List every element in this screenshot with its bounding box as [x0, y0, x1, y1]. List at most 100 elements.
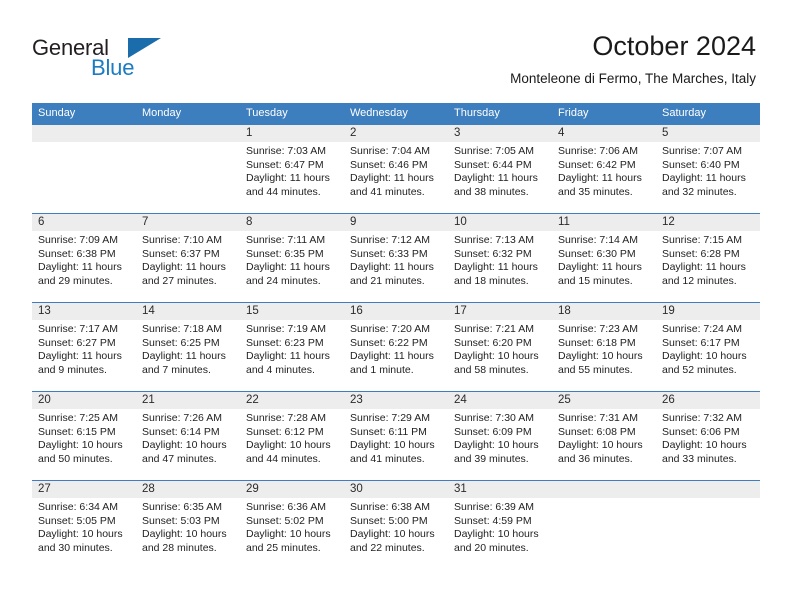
sunset-text: Sunset: 6:30 PM — [558, 247, 636, 260]
day-number[interactable]: 27 — [32, 481, 136, 498]
weekday-header-wednesday: Wednesday — [350, 107, 408, 119]
day-cell: Sunrise: 7:17 AM Sunset: 6:27 PM Dayligh… — [32, 320, 136, 391]
sunset-text: Sunset: 6:42 PM — [558, 158, 636, 171]
daylight-text-line2: and 27 minutes. — [142, 274, 217, 287]
page-header: General Blue October 2024 Monteleone di … — [0, 0, 792, 103]
day-cell: Sunrise: 7:32 AM Sunset: 6:06 PM Dayligh… — [656, 409, 760, 480]
daylight-text-line1: Daylight: 11 hours — [38, 350, 122, 362]
daylight-text-line2: and 36 minutes. — [558, 452, 633, 465]
day-number[interactable] — [32, 125, 136, 142]
day-number[interactable]: 6 — [32, 214, 136, 231]
day-number[interactable] — [552, 481, 656, 498]
day-cell: Sunrise: 7:25 AM Sunset: 6:15 PM Dayligh… — [32, 409, 136, 480]
sunset-text: Sunset: 6:27 PM — [38, 336, 116, 349]
day-cell: Sunrise: 7:07 AM Sunset: 6:40 PM Dayligh… — [656, 142, 760, 213]
sunrise-text: Sunrise: 7:10 AM — [142, 234, 222, 246]
sunset-text: Sunset: 6:08 PM — [558, 425, 636, 438]
daylight-text-line2: and 28 minutes. — [142, 541, 217, 554]
day-number[interactable]: 17 — [448, 303, 552, 320]
daylight-text-line2: and 55 minutes. — [558, 363, 633, 376]
week-detail-band: Sunrise: 6:34 AM Sunset: 5:05 PM Dayligh… — [32, 498, 760, 569]
week-date-band: 6 7 8 9 10 11 12 — [32, 214, 760, 231]
day-number[interactable]: 20 — [32, 392, 136, 409]
day-cell: Sunrise: 7:13 AM Sunset: 6:32 PM Dayligh… — [448, 231, 552, 302]
day-cell: Sunrise: 7:10 AM Sunset: 6:37 PM Dayligh… — [136, 231, 240, 302]
day-number[interactable]: 9 — [344, 214, 448, 231]
daylight-text-line1: Daylight: 10 hours — [350, 528, 435, 540]
day-number[interactable]: 16 — [344, 303, 448, 320]
weekday-header-monday: Monday — [142, 107, 182, 119]
daylight-text-line2: and 32 minutes. — [662, 185, 737, 198]
day-number[interactable]: 4 — [552, 125, 656, 142]
day-number[interactable]: 26 — [656, 392, 760, 409]
day-number[interactable]: 12 — [656, 214, 760, 231]
page-title: October 2024 — [592, 31, 756, 61]
day-cell: Sunrise: 7:05 AM Sunset: 6:44 PM Dayligh… — [448, 142, 552, 213]
daylight-text-line2: and 22 minutes. — [350, 541, 425, 554]
day-cell: Sunrise: 7:24 AM Sunset: 6:17 PM Dayligh… — [656, 320, 760, 391]
daylight-text-line2: and 30 minutes. — [38, 541, 113, 554]
day-number[interactable]: 18 — [552, 303, 656, 320]
day-number[interactable]: 24 — [448, 392, 552, 409]
daylight-text-line1: Daylight: 11 hours — [558, 261, 642, 273]
daylight-text-line1: Daylight: 10 hours — [142, 528, 227, 540]
sunrise-text: Sunrise: 7:20 AM — [350, 323, 430, 335]
day-number[interactable]: 3 — [448, 125, 552, 142]
day-number[interactable]: 23 — [344, 392, 448, 409]
sunrise-text: Sunrise: 7:31 AM — [558, 412, 638, 424]
day-number[interactable]: 19 — [656, 303, 760, 320]
sunset-text: Sunset: 6:15 PM — [38, 425, 116, 438]
day-number[interactable]: 21 — [136, 392, 240, 409]
sunset-text: Sunset: 6:11 PM — [350, 425, 427, 438]
day-cell: Sunrise: 7:29 AM Sunset: 6:11 PM Dayligh… — [344, 409, 448, 480]
day-number[interactable]: 31 — [448, 481, 552, 498]
calendar-page: General Blue October 2024 Monteleone di … — [0, 0, 792, 612]
day-cell: Sunrise: 7:18 AM Sunset: 6:25 PM Dayligh… — [136, 320, 240, 391]
daylight-text-line2: and 21 minutes. — [350, 274, 425, 287]
daylight-text-line1: Daylight: 11 hours — [350, 350, 434, 362]
daylight-text-line2: and 47 minutes. — [142, 452, 217, 465]
sunrise-text: Sunrise: 7:06 AM — [558, 145, 638, 157]
sunset-text: Sunset: 6:46 PM — [350, 158, 428, 171]
day-number[interactable]: 13 — [32, 303, 136, 320]
daylight-text-line1: Daylight: 11 hours — [246, 261, 330, 273]
day-number[interactable] — [656, 481, 760, 498]
day-cell: Sunrise: 7:26 AM Sunset: 6:14 PM Dayligh… — [136, 409, 240, 480]
day-cell: Sunrise: 6:39 AM Sunset: 4:59 PM Dayligh… — [448, 498, 552, 569]
day-number[interactable]: 10 — [448, 214, 552, 231]
day-number[interactable]: 22 — [240, 392, 344, 409]
daylight-text-line1: Daylight: 11 hours — [246, 172, 330, 184]
day-number[interactable]: 11 — [552, 214, 656, 231]
week-date-band: 27 28 29 30 31 — [32, 481, 760, 498]
day-number[interactable]: 15 — [240, 303, 344, 320]
sunset-text: Sunset: 6:14 PM — [142, 425, 220, 438]
sunset-text: Sunset: 4:59 PM — [454, 514, 532, 527]
daylight-text-line1: Daylight: 10 hours — [38, 439, 123, 451]
sunset-text: Sunset: 6:18 PM — [558, 336, 636, 349]
day-number[interactable]: 28 — [136, 481, 240, 498]
daylight-text-line2: and 35 minutes. — [558, 185, 633, 198]
day-number[interactable]: 7 — [136, 214, 240, 231]
sunrise-text: Sunrise: 6:36 AM — [246, 501, 326, 513]
day-number[interactable]: 5 — [656, 125, 760, 142]
daylight-text-line1: Daylight: 11 hours — [142, 350, 226, 362]
day-number[interactable]: 8 — [240, 214, 344, 231]
calendar-week-row: 13 14 15 16 17 18 19 Sunrise: 7:17 AM Su… — [32, 302, 760, 391]
day-number[interactable]: 25 — [552, 392, 656, 409]
day-number[interactable] — [136, 125, 240, 142]
day-cell: Sunrise: 7:23 AM Sunset: 6:18 PM Dayligh… — [552, 320, 656, 391]
day-number[interactable]: 1 — [240, 125, 344, 142]
daylight-text-line1: Daylight: 10 hours — [454, 350, 539, 362]
sunset-text: Sunset: 6:06 PM — [662, 425, 740, 438]
calendar-week-row: 27 28 29 30 31 Sunrise: 6:34 AM Sunset: … — [32, 480, 760, 569]
sunset-text: Sunset: 6:17 PM — [662, 336, 740, 349]
daylight-text-line2: and 15 minutes. — [558, 274, 633, 287]
day-number[interactable]: 29 — [240, 481, 344, 498]
sunrise-text: Sunrise: 7:21 AM — [454, 323, 534, 335]
week-detail-band: Sunrise: 7:09 AM Sunset: 6:38 PM Dayligh… — [32, 231, 760, 302]
sunrise-text: Sunrise: 7:29 AM — [350, 412, 430, 424]
general-blue-logo[interactable]: General Blue — [32, 36, 162, 84]
day-number[interactable]: 14 — [136, 303, 240, 320]
day-number[interactable]: 30 — [344, 481, 448, 498]
day-number[interactable]: 2 — [344, 125, 448, 142]
